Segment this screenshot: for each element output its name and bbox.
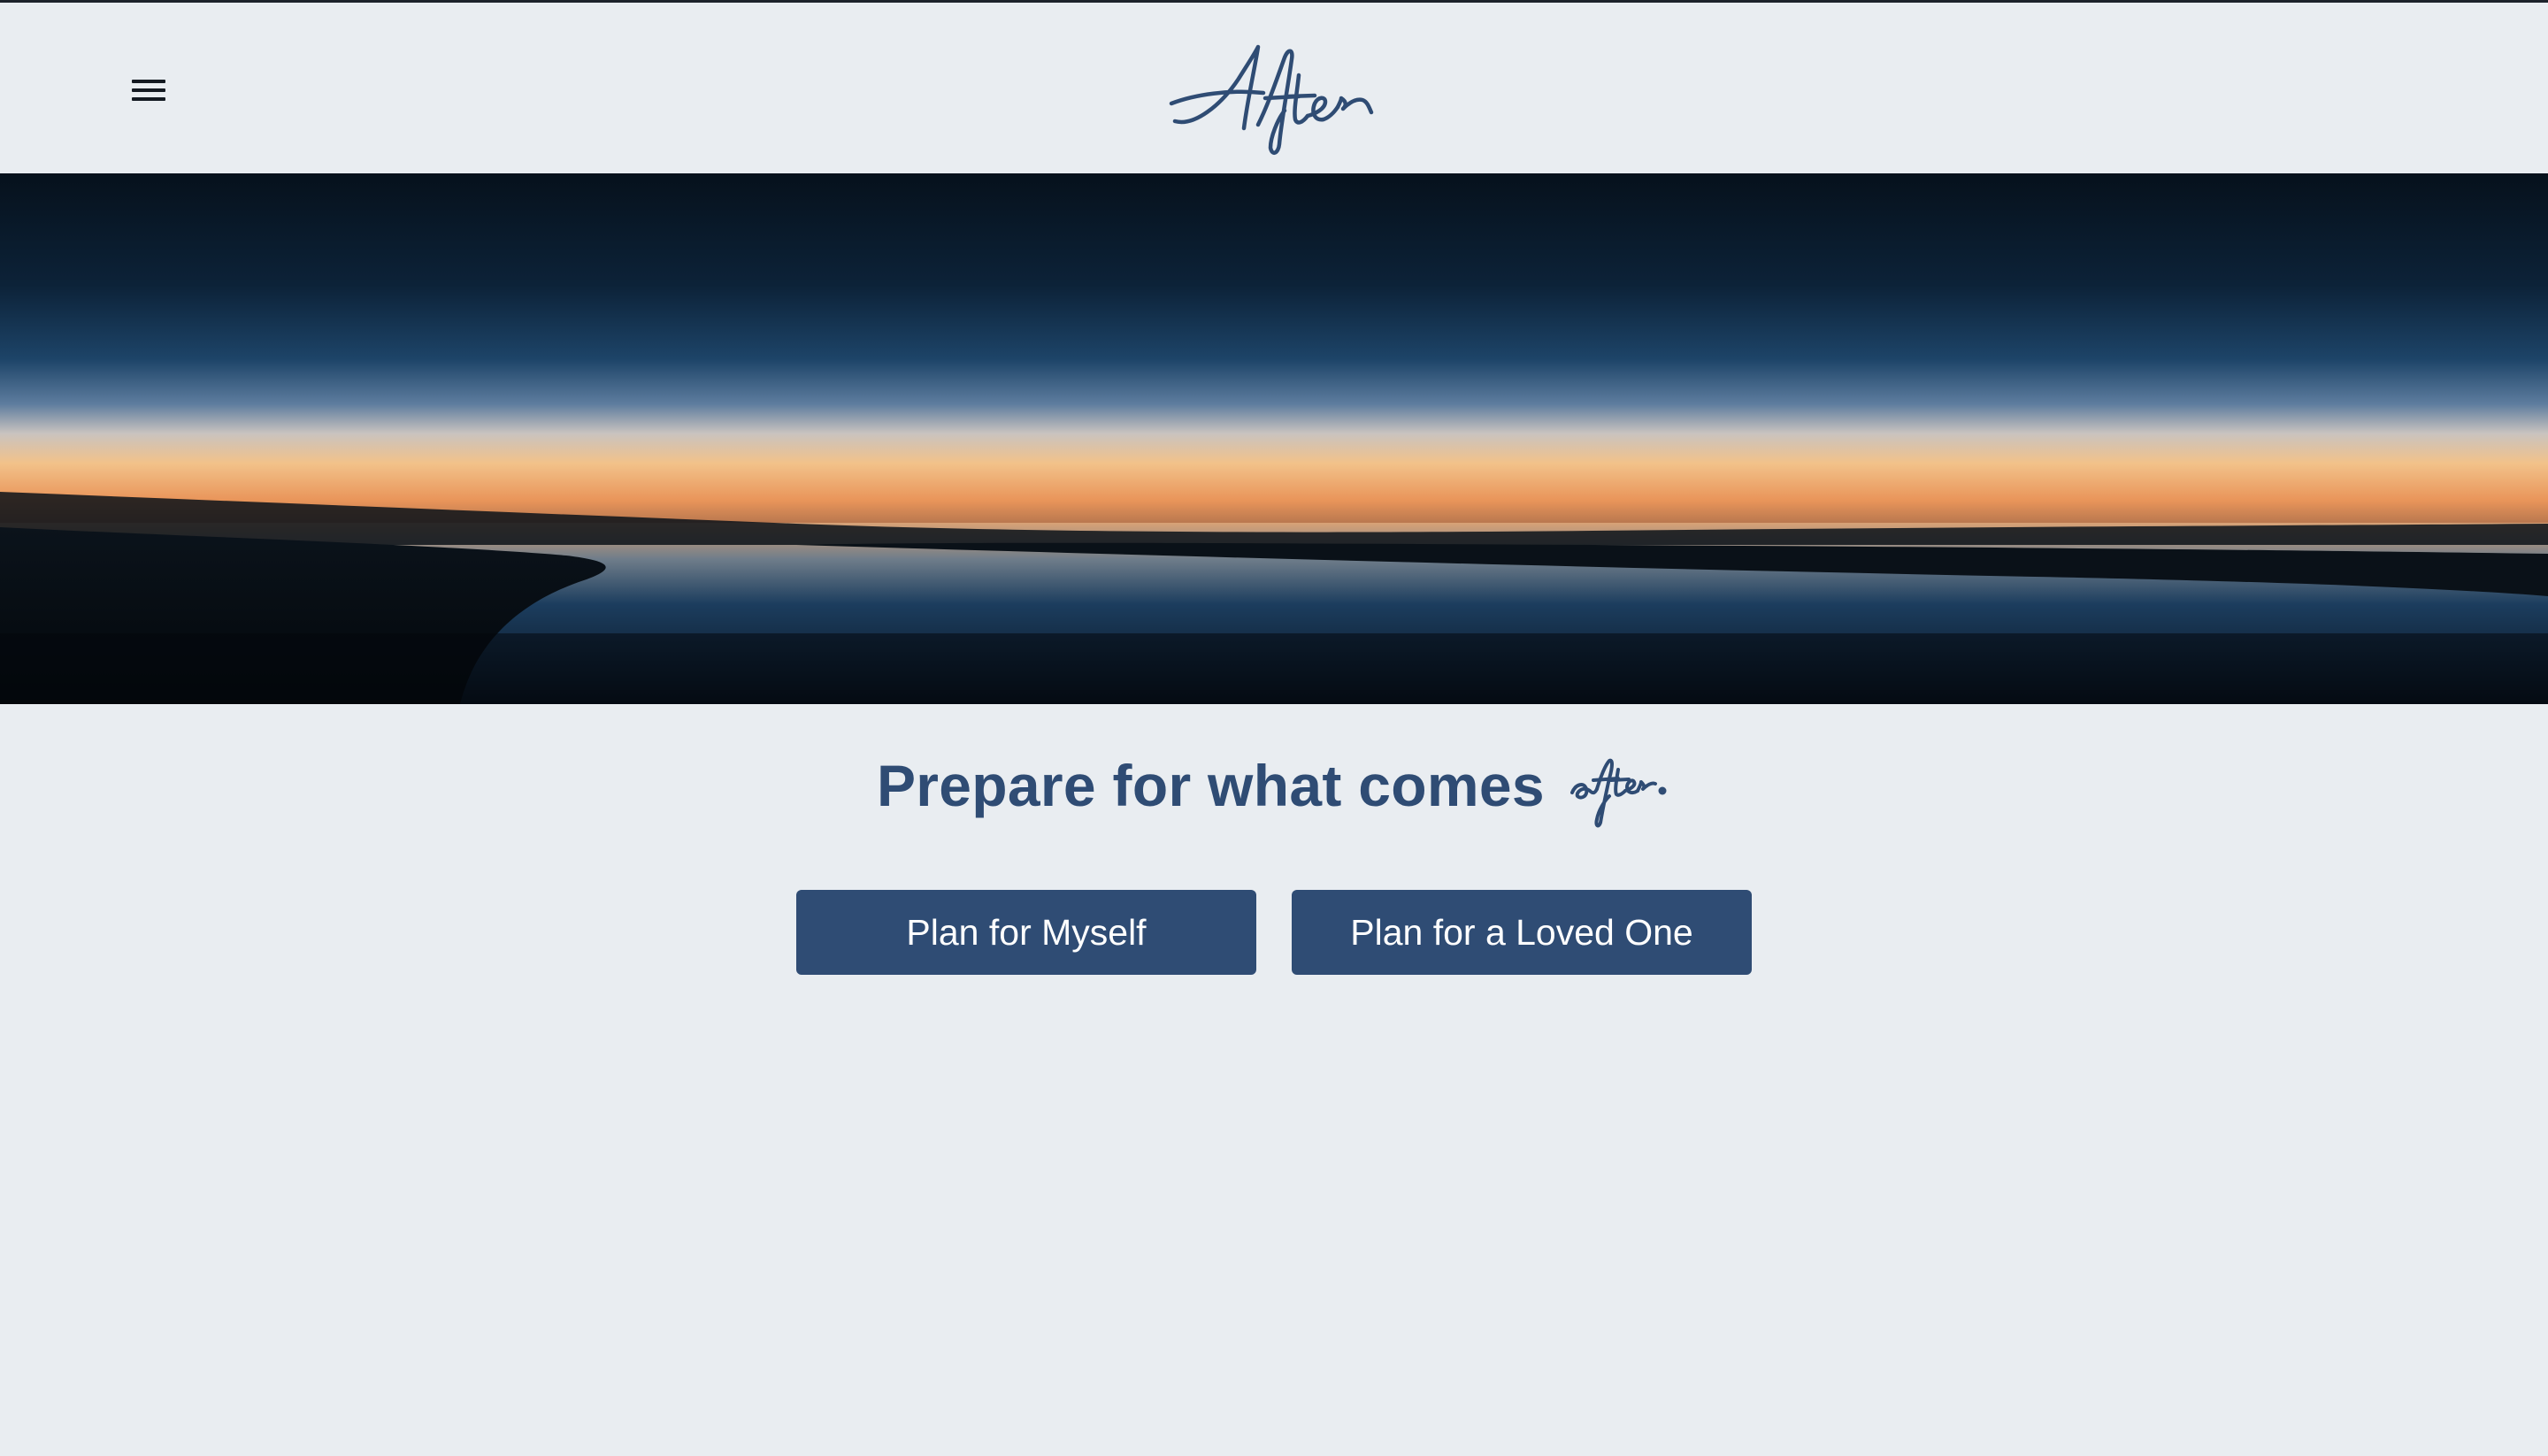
after-logo-mark — [1169, 44, 1374, 155]
after-logo[interactable] — [1159, 34, 1389, 158]
plan-for-loved-one-button[interactable]: Plan for a Loved One — [1292, 890, 1752, 975]
headline-text: Prepare for what comes — [876, 753, 1545, 818]
plan-actions: Plan for Myself Plan for a Loved One — [0, 890, 2548, 975]
site-header — [0, 3, 2548, 173]
page-headline: Prepare for what comes — [0, 741, 2548, 830]
hero-image — [0, 173, 2548, 704]
plan-for-myself-button[interactable]: Plan for Myself — [796, 890, 1256, 975]
headline-script-after — [1570, 758, 1667, 828]
dusk-beach-horizon-photo — [0, 173, 2548, 704]
hamburger-menu-icon — [132, 79, 165, 102]
menu-button[interactable] — [122, 68, 175, 112]
